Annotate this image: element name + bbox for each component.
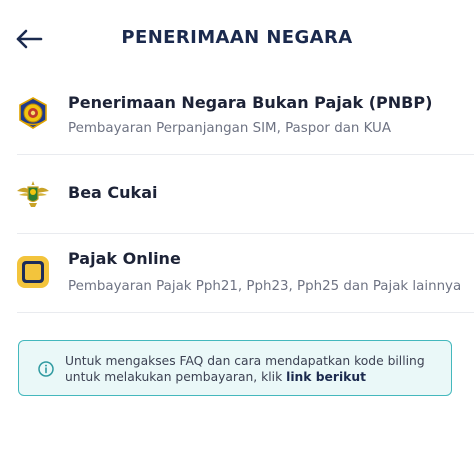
bea-cukai-emblem-icon <box>16 177 50 211</box>
info-banner: Untuk mengakses FAQ dan cara mendapatkan… <box>18 340 452 396</box>
faq-link[interactable]: link berikut <box>286 370 366 384</box>
item-name: Penerimaan Negara Bukan Pajak (PNBP) <box>68 93 433 112</box>
list-item-pajak-online[interactable]: Pajak Online Pembayaran Pajak Pph21, Pph… <box>0 234 474 312</box>
item-name: Pajak Online <box>68 249 181 268</box>
item-description: Pembayaran Pajak Pph21, Pph23, Pph25 dan… <box>68 279 462 294</box>
pajak-online-app-icon <box>16 255 50 289</box>
header: PENERIMAAN NEGARA <box>0 0 474 78</box>
item-name: Bea Cukai <box>68 183 158 202</box>
divider <box>17 312 474 313</box>
list-item-pnbp[interactable]: Penerimaan Negara Bukan Pajak (PNBP) Pem… <box>0 78 474 154</box>
page-title: PENERIMAAN NEGARA <box>121 27 353 48</box>
list-item-bea-cukai[interactable]: Bea Cukai <box>0 155 474 233</box>
kemenkeu-emblem-icon <box>16 96 50 130</box>
info-text: Untuk mengakses FAQ dan cara mendapatkan… <box>65 353 441 385</box>
info-message: Untuk mengakses FAQ dan cara mendapatkan… <box>65 354 425 384</box>
info-circle-icon <box>38 361 54 377</box>
item-description: Pembayaran Perpanjangan SIM, Paspor dan … <box>68 121 392 136</box>
